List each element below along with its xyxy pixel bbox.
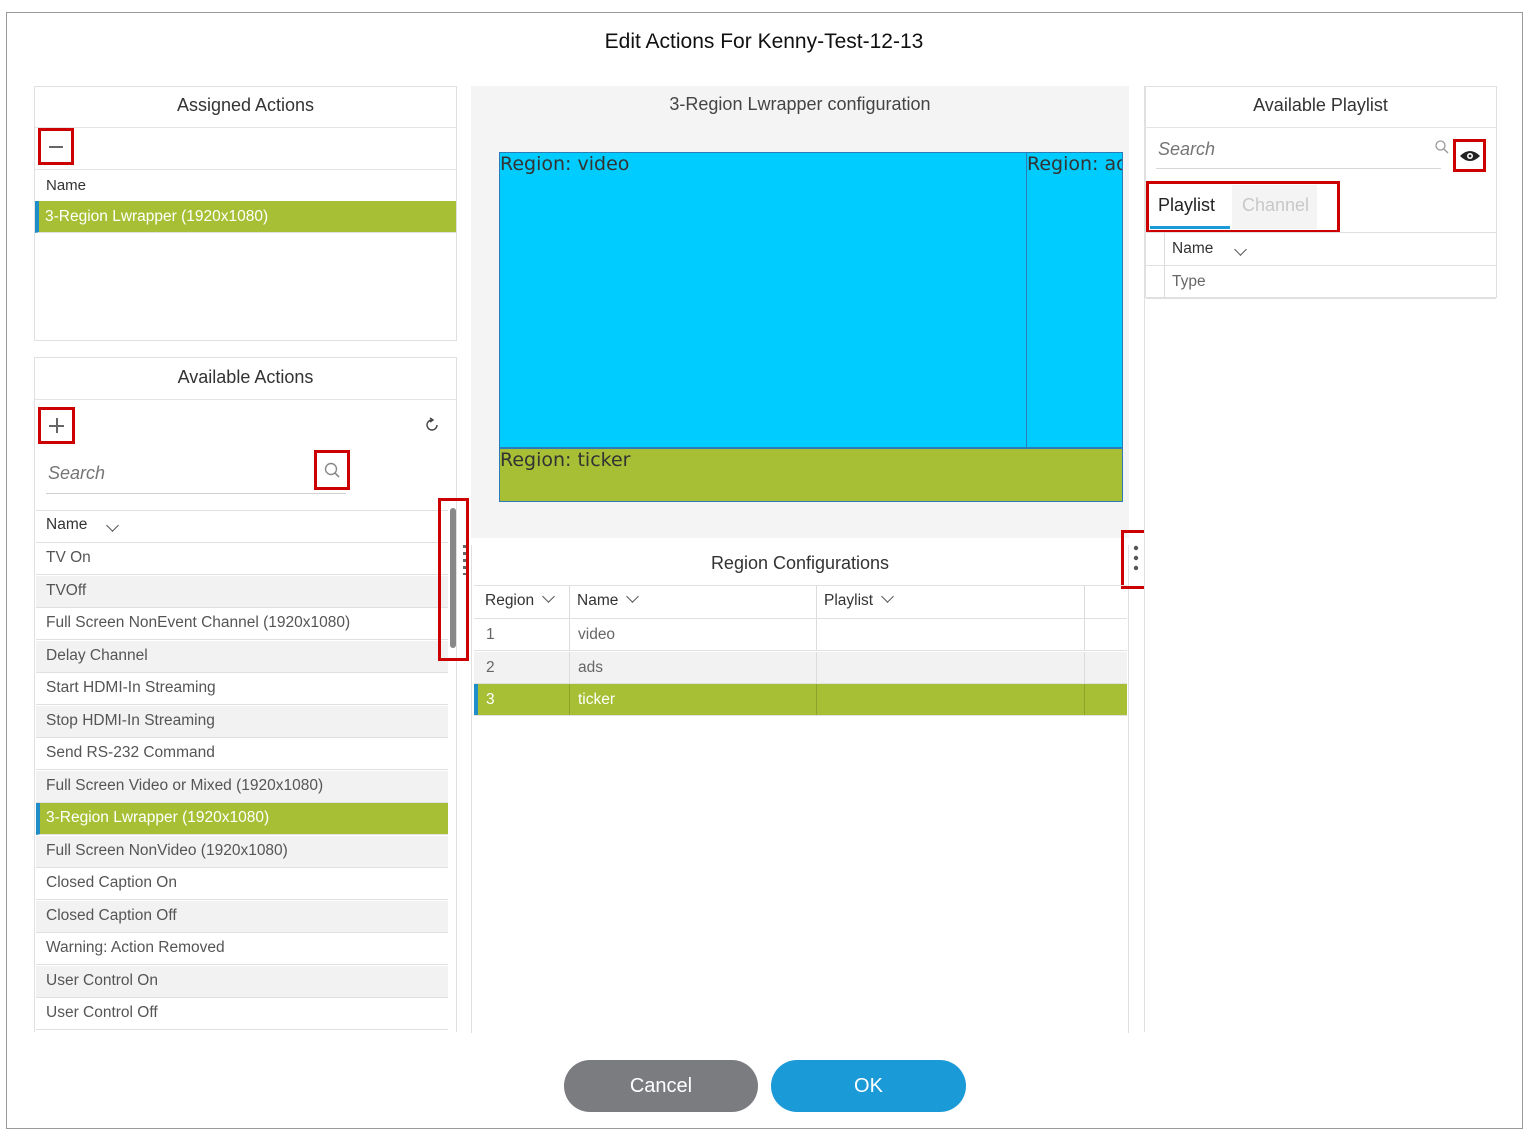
divider xyxy=(35,169,456,170)
region-ticker[interactable]: Region: ticker xyxy=(499,448,1123,502)
cell-region: 1 xyxy=(486,626,495,643)
chevron-down-icon xyxy=(106,519,119,532)
available-search-input[interactable] xyxy=(46,455,310,491)
column-name-label: Name xyxy=(1172,240,1214,257)
splitter-handle-icon[interactable] xyxy=(463,545,466,575)
available-action-row[interactable]: Full Screen NonVideo (1920x1080) xyxy=(36,835,448,868)
region-ads[interactable]: Region: ads xyxy=(1026,152,1123,448)
region-grid-row[interactable]: 2 ads xyxy=(474,651,1127,684)
search-button[interactable] xyxy=(314,450,350,490)
assigned-action-row[interactable]: 3-Region Lwrapper (1920x1080) xyxy=(35,201,456,233)
available-playlist-title: Available Playlist xyxy=(1253,95,1388,115)
available-action-row[interactable]: Closed Caption On xyxy=(36,868,448,900)
configuration-title: 3-Region Lwrapper configuration xyxy=(669,94,931,114)
column-name[interactable]: Name xyxy=(577,590,640,610)
available-action-row[interactable]: 3-Region Lwrapper (1920x1080) xyxy=(36,803,448,835)
region-ads-label: Region: ads xyxy=(1027,153,1122,175)
tab-playlist[interactable]: Playlist xyxy=(1150,185,1230,229)
region-video-label: Region: video xyxy=(500,153,630,175)
available-actions-title: Available Actions xyxy=(177,367,314,387)
available-action-row[interactable]: Full Screen Video or Mixed (1920x1080) xyxy=(36,770,448,803)
available-action-row[interactable]: TV On xyxy=(36,543,448,575)
column-region[interactable]: Region xyxy=(485,590,555,610)
available-action-row[interactable]: User Control On xyxy=(36,965,448,998)
available-action-row[interactable]: TVOff xyxy=(36,575,448,608)
dialog-title: Edit Actions For Kenny-Test-12-13 xyxy=(604,30,924,53)
available-action-row[interactable]: Start HDMI-In Streaming xyxy=(36,673,448,705)
region-grid-row[interactable]: 3 ticker xyxy=(474,684,1127,716)
region-ticker-label: Region: ticker xyxy=(500,449,631,471)
available-action-row[interactable]: Warning: Action Removed xyxy=(36,933,448,965)
region-grid-header: Region Name Playlist xyxy=(474,585,1127,619)
search-underline xyxy=(46,493,346,494)
add-action-button[interactable] xyxy=(38,407,75,444)
region-grid-row[interactable]: 1 video xyxy=(474,619,1127,651)
region-video[interactable]: Region: video xyxy=(499,152,1027,448)
available-action-row[interactable]: Delay Channel xyxy=(36,640,448,673)
search-underline xyxy=(1156,168,1441,169)
chevron-down-icon xyxy=(542,590,555,603)
available-action-row[interactable]: Send RS-232 Command xyxy=(36,738,448,770)
chevron-down-icon xyxy=(1234,243,1247,256)
column-type-label: Type xyxy=(1172,273,1206,290)
assigned-actions-title: Assigned Actions xyxy=(176,95,315,115)
more-vertical-icon xyxy=(1133,545,1139,571)
chevron-down-icon xyxy=(881,590,894,603)
cell-region: 2 xyxy=(486,658,495,676)
cell-name: ticker xyxy=(578,691,616,708)
active-tab-indicator xyxy=(1150,226,1230,229)
preview-button[interactable] xyxy=(1453,139,1486,172)
ok-button[interactable]: OK xyxy=(771,1060,966,1112)
available-action-row[interactable]: Stop HDMI-In Streaming xyxy=(36,705,448,738)
scrollbar-thumb[interactable] xyxy=(450,508,456,648)
playlist-grid-row[interactable]: Type xyxy=(1146,266,1496,299)
eye-icon xyxy=(1460,151,1480,161)
remove-action-button[interactable] xyxy=(38,128,74,165)
divider xyxy=(35,127,456,128)
column-playlist[interactable]: Playlist xyxy=(824,590,894,610)
playlist-grid-header[interactable]: Name xyxy=(1146,232,1496,266)
search-icon xyxy=(324,462,340,478)
available-action-row[interactable]: Closed Caption Off xyxy=(36,900,448,933)
cell-name: ads xyxy=(578,658,603,676)
chevron-down-icon xyxy=(626,590,640,603)
divider xyxy=(35,399,456,400)
cell-region: 3 xyxy=(486,691,495,708)
available-action-row[interactable]: Full Screen NonEvent Channel (1920x1080) xyxy=(36,608,448,640)
region-configurations-title: Region Configurations xyxy=(710,553,890,573)
column-name-label: Name xyxy=(46,516,88,533)
cancel-button[interactable]: Cancel xyxy=(564,1060,758,1112)
available-action-row[interactable]: User Control Off xyxy=(36,998,448,1030)
assigned-column-name: Name xyxy=(46,177,87,194)
minus-icon xyxy=(49,146,63,148)
tab-channel[interactable]: Channel xyxy=(1232,185,1317,229)
playlist-search-input[interactable] xyxy=(1156,132,1430,166)
refresh-icon[interactable] xyxy=(424,417,440,433)
available-column-header[interactable]: Name xyxy=(36,510,448,543)
cell-name: video xyxy=(578,626,616,643)
search-icon[interactable] xyxy=(1434,139,1450,155)
divider xyxy=(1145,127,1496,128)
